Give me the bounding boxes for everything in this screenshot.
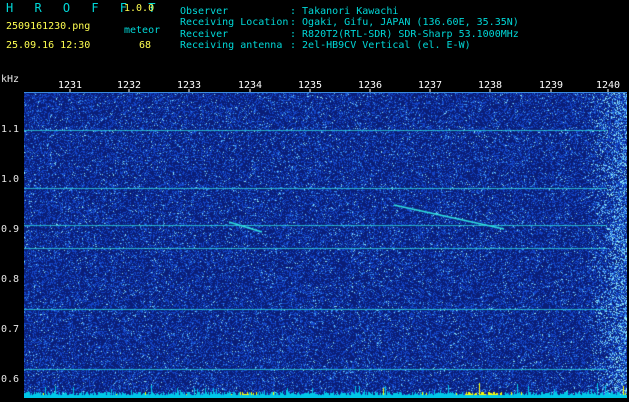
antenna-value: : 2el-HB9CV Vertical (el. E-W) <box>290 40 471 51</box>
x-axis-ticks-svg: 1231 1232 1233 1234 1235 1236 1237 1238 1239 1240 <box>58 80 620 92</box>
y-tick-label: 0.9 <box>1 224 20 235</box>
y-tick-label: 0.8 <box>1 274 20 285</box>
y-tick-label: 0.6 <box>1 374 20 385</box>
datetime-label: 25.09.16 12:30 <box>6 40 91 51</box>
location-value: : Ogaki, Gifu, JAPAN (136.60E, 35.35N) <box>290 17 519 28</box>
spectrogram-overlay <box>24 92 627 93</box>
y-tick-label: 1.0 <box>1 174 20 185</box>
y-tick-label: 1.1 <box>1 124 20 135</box>
app-version: 1.0.0 <box>124 3 155 14</box>
antenna-label: Receiving antenna <box>180 40 283 51</box>
spectrogram-panel <box>24 92 627 398</box>
y-tick-label: 0.7 <box>1 324 20 335</box>
header-panel: H R O F F T 1.0.0 2509161230.png meteor … <box>0 0 629 76</box>
location-label: Receiving Location <box>180 17 289 28</box>
count-label: 68 <box>139 40 152 51</box>
category-label: meteor <box>124 25 161 36</box>
x-axis: 1231 1232 1233 1234 1235 1236 1237 1238 1239 1240 <box>0 76 629 92</box>
filename-label: 2509161230.png <box>6 21 91 32</box>
